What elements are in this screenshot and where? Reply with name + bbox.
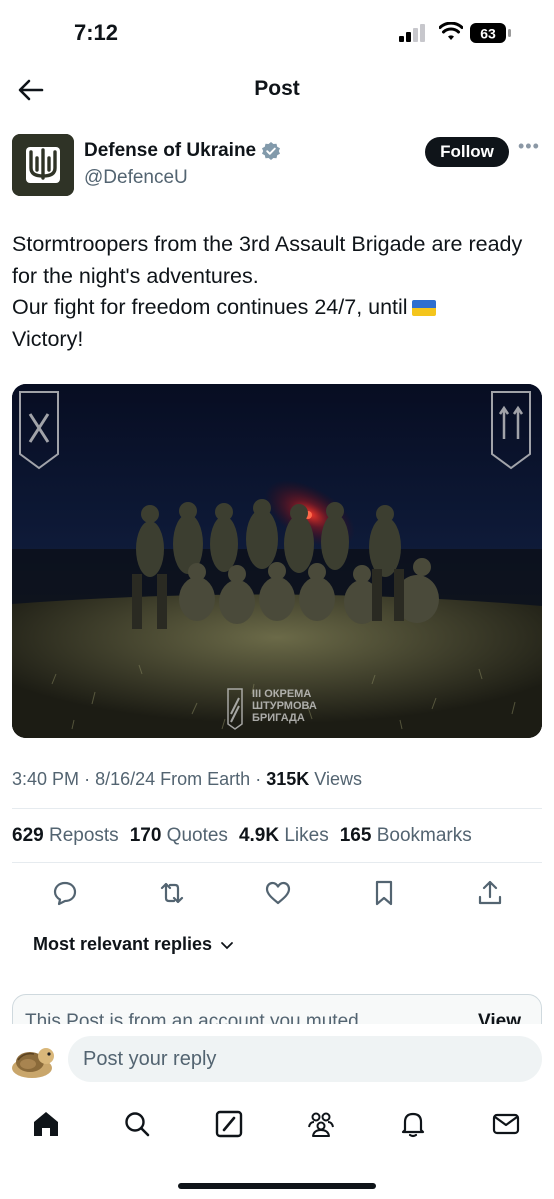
engagement-stats: 629 Reposts 170 Quotes 4.9K Likes 165 Bo… [12,825,472,847]
reply-icon[interactable] [50,878,80,908]
post-actions [12,878,542,908]
views-label: Views [314,769,362,789]
communities-icon[interactable] [306,1109,336,1139]
bookmarks-stat[interactable]: 165 Bookmarks [340,825,472,847]
share-icon[interactable] [475,878,505,908]
reply-sort-dropdown[interactable]: Most relevant replies [33,934,234,955]
home-indicator [178,1183,376,1189]
post-text: Stormtroopers from the 3rd Assault Briga… [12,229,542,355]
status-bar: 7:12 63 [0,0,554,64]
reply-input[interactable] [68,1036,542,1082]
reposts-count: 629 [12,825,44,846]
battery-icon: 63 [470,23,511,43]
watermark-line-2: ШТУРМОВА [252,700,317,712]
post-text-line-2: Our fight for freedom continues 24/7, un… [12,295,408,319]
reposts-stat[interactable]: 629 Reposts [12,825,119,847]
post-meta: 3:40 PM · 8/16/24 From Earth · 315K View… [12,769,362,790]
post-date: 8/16/24 [95,769,156,789]
wifi-icon [439,22,463,40]
likes-stat[interactable]: 4.9K Likes [239,825,329,847]
notifications-icon[interactable] [398,1109,428,1139]
author-handle[interactable]: @DefenceU [84,167,188,189]
bookmarks-count: 165 [339,825,372,846]
post-text-line-1: Stormtroopers from the 3rd Assault Briga… [12,232,523,288]
post-image[interactable]: III ОКРЕМА ШТУРМОВА БРИГАДА [12,384,542,738]
likes-count: 4.9K [238,825,280,846]
post-source: From Earth [160,769,251,789]
grok-icon[interactable] [214,1109,244,1139]
post-text-line-3: Victory! [12,326,84,351]
ukraine-flag-icon [411,300,436,316]
author-avatar[interactable] [12,134,74,196]
views-count: 315K [266,769,310,789]
bookmarks-label: Bookmarks [376,825,472,846]
cellular-signal-icon [399,24,425,42]
top-nav: Post [0,64,554,116]
page-title: Post [254,77,300,100]
quotes-count: 170 [129,825,162,846]
author-name[interactable]: Defense of Ukraine [84,140,256,162]
likes-label: Likes [284,825,329,846]
author-name-row: Defense of Ukraine [84,140,281,162]
more-options-icon[interactable]: ••• [518,136,542,160]
follow-button[interactable]: Follow [425,137,509,167]
chevron-down-icon [221,941,233,949]
reply-sort-label: Most relevant replies [33,934,213,954]
bookmark-icon[interactable] [369,878,399,908]
home-icon[interactable] [31,1109,61,1139]
quotes-stat[interactable]: 170 Quotes [130,825,228,847]
repost-icon[interactable] [157,878,187,908]
reply-composer [0,1024,554,1094]
divider [12,808,542,809]
user-avatar[interactable] [10,1038,58,1080]
post-author: Defense of Ukraine @DefenceU Follow ••• [12,132,542,198]
watermark-line-1: III ОКРЕМА [252,688,311,700]
meta-separator: · [84,769,91,789]
battery-level: 63 [480,26,496,42]
search-icon[interactable] [122,1109,152,1139]
post-text-line-2-row: Our fight for freedom continues 24/7, un… [12,292,542,324]
divider [12,862,542,863]
watermark-line-3: БРИГАДА [252,712,305,724]
post-time: 3:40 PM [12,769,80,789]
reposts-label: Reposts [48,825,119,846]
night-photo-soldiers: III ОКРЕМА ШТУРМОВА БРИГАДА [12,384,542,738]
quotes-label: Quotes [166,825,228,846]
status-time: 7:12 [74,20,119,45]
verified-badge-icon [262,142,281,160]
like-icon[interactable] [263,878,293,908]
messages-icon[interactable] [491,1109,521,1139]
bottom-tab-bar [0,1094,554,1199]
meta-separator: · [255,769,262,789]
